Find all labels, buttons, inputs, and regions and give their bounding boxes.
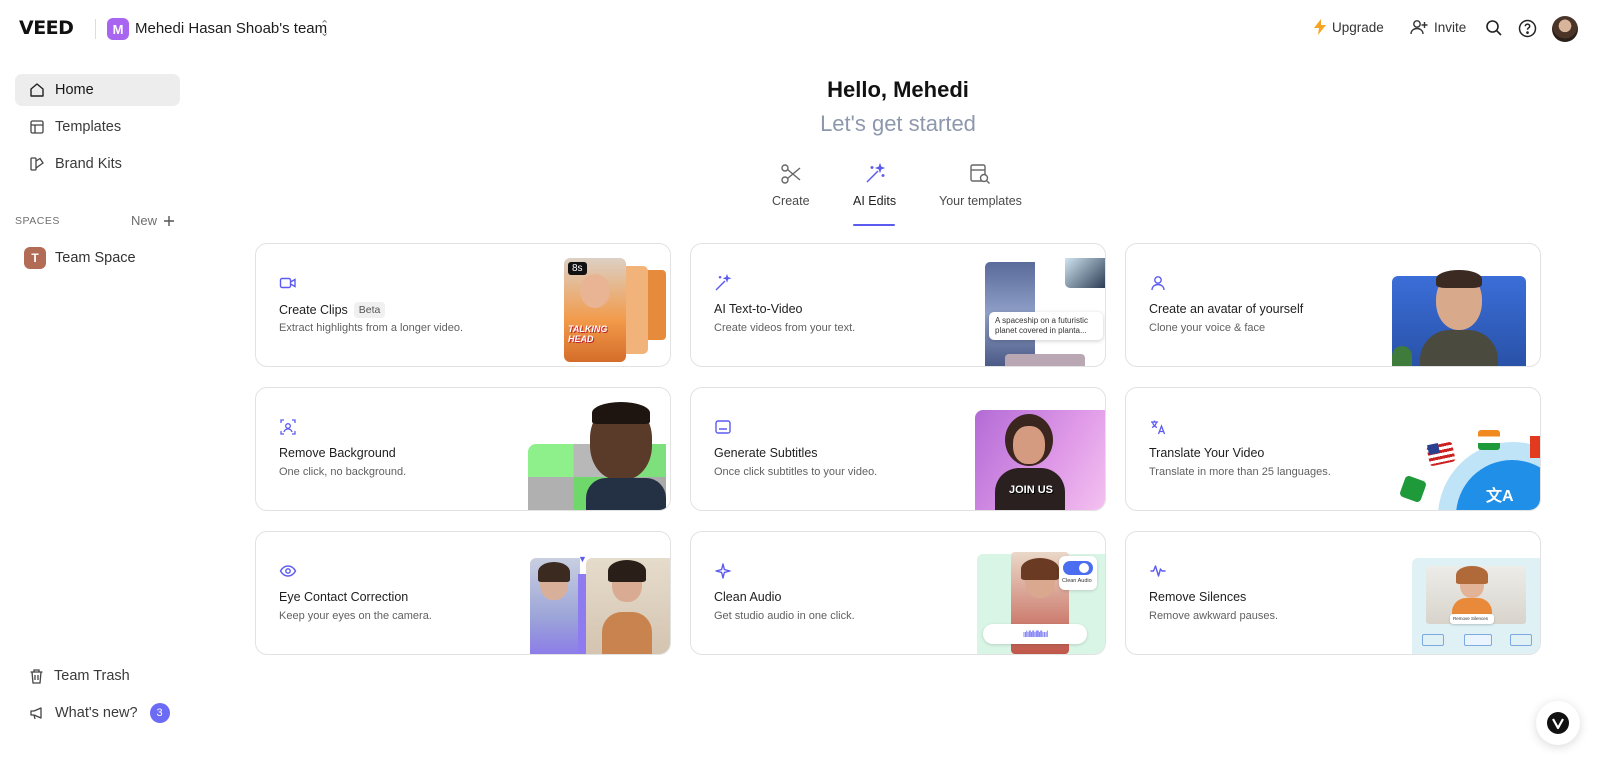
chevron-updown-icon[interactable]: ⌃ ⌄ xyxy=(320,20,329,39)
card-remove-background[interactable]: Remove Background One click, no backgrou… xyxy=(255,387,671,511)
prompt-text: A spaceship on a futuristic planet cover… xyxy=(989,312,1103,340)
divider xyxy=(95,19,96,39)
toggle-caption: Clean Audio xyxy=(1062,578,1092,584)
sidebar-item-team-space[interactable]: T Team Space xyxy=(24,247,136,269)
card-title: Create Clips Beta xyxy=(279,302,386,318)
team-switcher[interactable]: Mehedi Hasan Shoab's team xyxy=(135,20,327,37)
whats-new-count-badge: 3 xyxy=(149,703,170,723)
top-bar: VEED M Mehedi Hasan Shoab's team ⌃ ⌄ Upgr… xyxy=(0,0,1600,58)
tab-label: AI Edits xyxy=(853,194,897,208)
card-description: Keep your eyes on the camera. xyxy=(279,610,432,622)
duration-badge: 8s xyxy=(568,262,587,275)
card-title: Translate Your Video xyxy=(1149,446,1265,460)
card-title: Clean Audio xyxy=(714,590,782,604)
greeting-subtitle: Let's get started xyxy=(820,111,976,136)
card-description: One click, no background. xyxy=(279,466,407,478)
invite-label: Invite xyxy=(1434,19,1467,35)
tab-bar: Create AI Edits Your templates xyxy=(0,163,1600,227)
card-generate-subtitles[interactable]: Generate Subtitles Once click subtitles … xyxy=(690,387,1106,511)
veed-logo[interactable]: VEED xyxy=(19,17,74,39)
card-title: Generate Subtitles xyxy=(714,446,818,460)
card-thumbnail: ▼ xyxy=(530,554,670,654)
sidebar-item-label: Team Trash xyxy=(54,668,130,684)
scissors-icon xyxy=(781,164,801,184)
greeting-title: Hello, Mehedi xyxy=(827,77,969,102)
card-thumbnail: A spaceship on a futuristic planet cover… xyxy=(985,258,1105,366)
card-title-text: Create Clips xyxy=(279,303,348,317)
card-title: Eye Contact Correction xyxy=(279,590,409,604)
subtitles-icon xyxy=(715,420,731,434)
thumb-caption: TALKING HEAD xyxy=(568,324,608,344)
card-description: Remove awkward pauses. xyxy=(1149,610,1279,622)
card-ai-text-to-video[interactable]: AI Text-to-Video Create videos from your… xyxy=(690,243,1106,367)
tab-ai-edits[interactable]: AI Edits xyxy=(853,163,896,208)
video-camera-icon xyxy=(279,277,296,289)
card-title: Remove Silences xyxy=(1149,590,1247,604)
template-search-icon xyxy=(970,164,991,184)
invite-button[interactable]: Invite xyxy=(1410,19,1466,35)
person-focus-icon xyxy=(280,419,296,435)
tab-label: Your templates xyxy=(939,194,1022,208)
card-title: Create an avatar of yourself xyxy=(1149,302,1304,316)
card-description: Extract highlights from a longer video. xyxy=(279,322,464,334)
add-user-icon xyxy=(1410,20,1428,35)
card-remove-silences[interactable]: Remove Silences Remove awkward pauses. R… xyxy=(1125,531,1541,655)
team-avatar[interactable]: M xyxy=(107,18,129,40)
card-description: Get studio audio in one click. xyxy=(714,610,855,622)
tab-label: Create xyxy=(772,194,810,208)
subtitle-caption: JOIN US xyxy=(1009,484,1054,496)
card-thumbnail: 8s TALKING HEAD xyxy=(550,256,670,366)
trash-icon xyxy=(30,669,43,684)
card-thumbnail: Remove Silences xyxy=(1412,558,1540,654)
card-create-clips[interactable]: Create Clips Beta Extract highlights from… xyxy=(255,243,671,367)
card-description: Translate in more than 25 languages. xyxy=(1149,466,1331,478)
card-description: Clone your voice & face xyxy=(1149,322,1266,334)
space-label: Team Space xyxy=(55,250,136,266)
user-avatar[interactable] xyxy=(1552,16,1578,42)
playhead-marker: ▼ xyxy=(578,554,587,564)
beta-badge: Beta xyxy=(353,302,386,318)
audio-waveform: ıılıllıllılllıllıııl xyxy=(983,624,1087,644)
eye-icon xyxy=(279,565,297,577)
translate-icon xyxy=(1151,420,1166,435)
space-badge: T xyxy=(24,247,46,269)
card-thumbnail: Clean Audio ıılıllıllılllıllıııl xyxy=(977,552,1105,654)
megaphone-icon xyxy=(30,707,42,720)
card-thumbnail: JOIN US xyxy=(975,408,1105,510)
upgrade-button[interactable]: Upgrade xyxy=(1314,19,1384,35)
card-title: AI Text-to-Video xyxy=(714,302,803,316)
waveform-icon xyxy=(1150,565,1166,577)
help-chat-button[interactable] xyxy=(1536,701,1580,745)
active-tab-indicator xyxy=(853,224,895,226)
card-thumbnail xyxy=(1392,270,1532,366)
card-description: Create videos from your text. xyxy=(714,322,856,334)
sidebar-item-whats-new[interactable]: What's new? 3 xyxy=(29,703,170,723)
upgrade-label: Upgrade xyxy=(1332,19,1384,35)
card-clean-audio[interactable]: Clean Audio Get studio audio in one clic… xyxy=(690,531,1106,655)
tab-create[interactable]: Create xyxy=(772,163,810,208)
search-icon[interactable] xyxy=(1485,19,1503,42)
veed-logo-icon xyxy=(1547,712,1569,734)
card-thumbnail xyxy=(528,402,670,510)
sparkle-icon xyxy=(715,563,731,579)
translate-glyph: 文A xyxy=(1486,488,1514,505)
sidebar-item-label: What's new? xyxy=(55,705,138,721)
card-create-avatar[interactable]: Create an avatar of yourself Clone your … xyxy=(1125,243,1541,367)
card-title: Remove Background xyxy=(279,446,396,460)
card-description: Once click subtitles to your video. xyxy=(714,466,878,478)
help-icon[interactable] xyxy=(1518,19,1537,43)
tab-your-templates[interactable]: Your templates xyxy=(939,163,1022,208)
lightning-icon xyxy=(1314,19,1326,35)
card-translate-video[interactable]: Translate Your Video Translate in more t… xyxy=(1125,387,1541,511)
card-thumbnail: 文A xyxy=(1398,430,1540,510)
sidebar-item-team-trash[interactable]: Team Trash xyxy=(29,668,130,684)
magic-wand-icon xyxy=(866,163,885,183)
card-eye-contact-correction[interactable]: Eye Contact Correction Keep your eyes on… xyxy=(255,531,671,655)
silence-tooltip: Remove Silences xyxy=(1450,614,1494,624)
magic-wand-icon xyxy=(715,274,732,291)
person-icon xyxy=(1151,276,1165,291)
